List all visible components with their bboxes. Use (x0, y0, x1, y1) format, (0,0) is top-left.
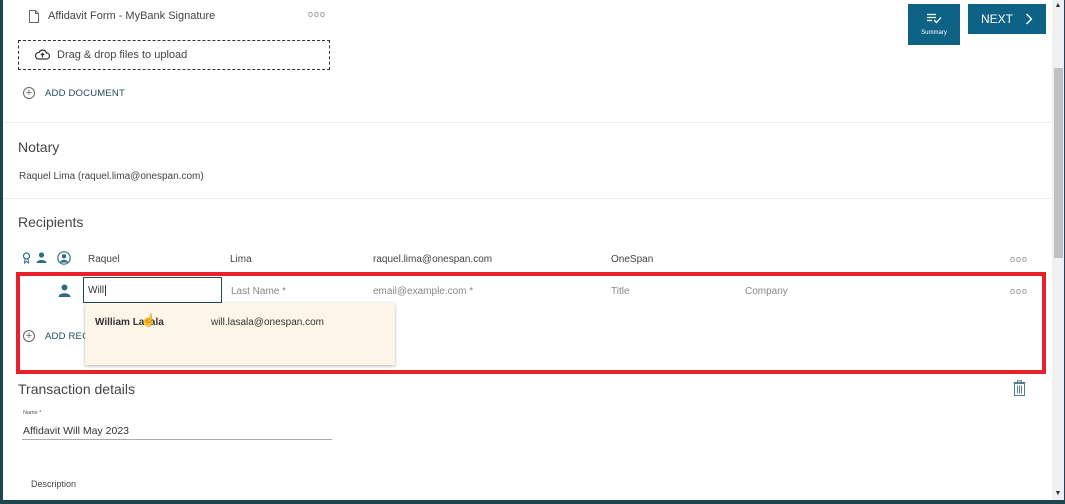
trash-icon[interactable] (1013, 380, 1026, 396)
input-underline (22, 439, 332, 440)
transaction-name-input[interactable]: Affidavit Will May 2023 (23, 425, 129, 437)
cloud-upload-icon (35, 49, 50, 60)
document-name[interactable]: Affidavit Form - MyBank Signature (48, 10, 215, 22)
add-document-label: ADD DOCUMENT (45, 87, 125, 99)
next-label: NEXT (980, 12, 1013, 26)
divider (3, 122, 1052, 123)
document-menu-button[interactable]: ooo (308, 9, 326, 19)
recipient-email[interactable]: raquel.lima@onespan.com (373, 254, 492, 265)
summary-button[interactable]: Summary (908, 4, 960, 45)
page: Affidavit Form - MyBank Signature ooo Dr… (3, 0, 1052, 500)
notary-seal-icon (22, 252, 31, 264)
person-icon (36, 252, 47, 263)
document-icon (29, 10, 39, 23)
chevron-right-icon (1026, 13, 1033, 25)
notary-title: Notary (18, 139, 60, 155)
highlight-box (16, 272, 1046, 374)
recipient-first-name[interactable]: Raquel (88, 254, 120, 265)
user-avatar-icon[interactable] (57, 251, 71, 265)
file-dropzone[interactable]: Drag & drop files to upload (18, 40, 330, 70)
recipients-title: Recipients (18, 214, 84, 230)
divider (3, 198, 1052, 199)
recipient-menu-button[interactable]: ooo (1010, 254, 1028, 264)
summary-label: Summary (921, 30, 947, 36)
scrollbar[interactable]: ▲ ▼ (1052, 0, 1064, 500)
add-document-button[interactable]: + ADD DOCUMENT (23, 87, 125, 99)
recipient-last-name[interactable]: Lima (230, 254, 252, 265)
recipient-company[interactable]: OneSpan (611, 254, 653, 265)
list-check-icon (908, 13, 960, 26)
dropzone-label: Drag & drop files to upload (57, 49, 188, 61)
transaction-title: Transaction details (18, 381, 135, 397)
scroll-down-arrow-icon[interactable]: ▼ (1052, 488, 1064, 500)
notary-value: Raquel Lima (raquel.lima@onespan.com) (19, 171, 204, 182)
plus-circle-icon: + (23, 87, 35, 99)
description-label: Description (31, 479, 77, 489)
scroll-thumb[interactable] (1054, 68, 1063, 258)
transaction-name-label: Name * (23, 410, 42, 416)
scroll-up-arrow-icon[interactable]: ▲ (1052, 0, 1064, 12)
next-button[interactable]: NEXT (968, 4, 1046, 34)
